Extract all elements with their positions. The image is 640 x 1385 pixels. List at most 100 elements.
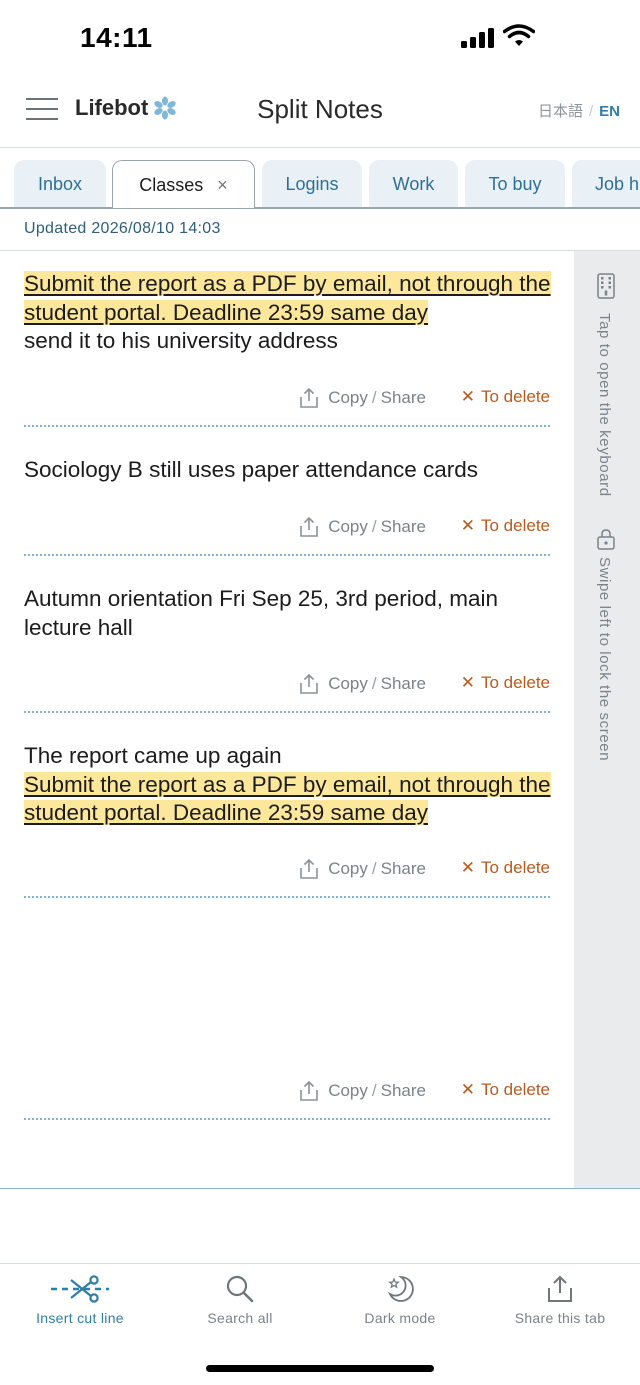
brand-name: Lifebot	[75, 95, 149, 120]
notebook-tabs: Inbox Classes × Logins Work To buy Job h	[0, 148, 640, 208]
share-label: Share	[380, 674, 426, 693]
delete-button[interactable]: ✕ To delete	[461, 1080, 550, 1100]
tab-close-icon[interactable]: ×	[217, 175, 228, 195]
hamburger-menu-icon[interactable]	[26, 96, 58, 122]
delete-button[interactable]: ✕ To delete	[461, 516, 550, 536]
copy-label: Copy	[328, 859, 368, 878]
copy-share-button[interactable]: Copy / Share	[298, 516, 426, 538]
copy-label: Copy	[328, 517, 368, 536]
note-divider	[24, 554, 550, 556]
slash: /	[371, 388, 377, 407]
copy-share-button[interactable]: Copy / Share	[298, 673, 426, 695]
tabbar-label: Search all	[207, 1310, 273, 1326]
tab-work[interactable]: Work	[369, 160, 458, 208]
cellular-signal-icon	[461, 28, 494, 48]
share-label: Share	[380, 517, 426, 536]
home-indicator	[206, 1365, 434, 1372]
note-5-empty[interactable]	[24, 927, 554, 1067]
scissors-cut-line-icon	[51, 1275, 109, 1303]
note-1-actions: Copy / Share ✕ To delete	[24, 387, 550, 413]
close-icon: ✕	[460, 673, 475, 692]
status-time: 14:11	[80, 22, 153, 53]
close-icon: ✕	[460, 858, 475, 877]
search-icon	[226, 1275, 254, 1303]
wifi-icon	[503, 24, 535, 46]
note-5-actions: Copy / Share ✕ To delete	[24, 1080, 550, 1106]
tabbar-search-all[interactable]: Search all	[160, 1268, 320, 1338]
tabbar-share-this-tab[interactable]: Share this tab	[480, 1268, 640, 1338]
tab-logins[interactable]: Logins	[262, 160, 362, 208]
delete-label: To delete	[481, 1080, 550, 1099]
delete-label: To delete	[481, 387, 550, 406]
close-icon: ✕	[460, 1080, 475, 1099]
note-3[interactable]: Autumn orientation Fri Sep 25, 3rd perio…	[24, 585, 554, 642]
lang-separator: /	[588, 103, 594, 120]
tab-inbox[interactable]: Inbox	[14, 160, 106, 208]
lock-hint: Swipe left to lock the screen	[596, 557, 613, 762]
note-4-actions: Copy / Share ✕ To delete	[24, 858, 550, 884]
copy-share-button[interactable]: Copy / Share	[298, 858, 426, 880]
tabbar-label: Share this tab	[514, 1310, 606, 1326]
app-header: Lifebot Split Notes 日本語 / EN	[0, 76, 640, 148]
divider	[0, 250, 640, 251]
copy-share-button[interactable]: Copy / Share	[298, 1080, 426, 1102]
note-divider	[24, 425, 550, 427]
delete-button[interactable]: ✕ To delete	[461, 387, 550, 407]
copy-label: Copy	[328, 388, 368, 407]
updated-timestamp: Updated 2026/08/10 14:03	[24, 220, 221, 237]
tab-label: Logins	[285, 174, 339, 194]
tabbar-dark-mode[interactable]: Dark mode	[320, 1268, 480, 1338]
note-divider	[24, 1118, 550, 1120]
tabbar-label: Dark mode	[364, 1310, 436, 1326]
slash: /	[371, 859, 377, 878]
share-label: Share	[380, 859, 426, 878]
note-text: Sociology B still uses paper attendance …	[24, 457, 479, 482]
share-icon	[300, 858, 319, 879]
note-divider	[24, 896, 550, 898]
close-icon: ✕	[460, 516, 475, 535]
highlighted-text: Submit the report as a PDF by email, not…	[24, 771, 551, 825]
lang-en-option[interactable]: EN	[599, 103, 620, 120]
tabs-baseline	[0, 207, 640, 209]
note-text: send it to his university address	[24, 328, 338, 353]
language-switch: 日本語 / EN	[538, 100, 620, 121]
note-divider	[24, 711, 550, 713]
delete-label: To delete	[481, 858, 550, 877]
delete-button[interactable]: ✕ To delete	[461, 673, 550, 693]
note-4[interactable]: The report came up again Submit the repo…	[24, 742, 554, 828]
share-icon	[300, 1080, 319, 1101]
note-1[interactable]: Submit the report as a PDF by email, not…	[24, 270, 554, 356]
slash: /	[371, 517, 377, 536]
share-icon	[548, 1275, 572, 1302]
copy-share-button[interactable]: Copy / Share	[298, 387, 426, 409]
keyboard-hint: Tap to open the keyboard	[596, 313, 613, 497]
delete-label: To delete	[481, 673, 550, 692]
flower-logo-icon	[154, 96, 176, 120]
tabbar-border	[0, 1263, 640, 1264]
side-rail[interactable]: Tap to open the keyboard Swipe left to l…	[574, 251, 640, 1188]
share-icon	[300, 387, 319, 408]
tab-classes[interactable]: Classes ×	[112, 160, 255, 208]
lock-screen-icon	[597, 529, 615, 550]
tab-job-hunting[interactable]: Job h	[572, 160, 640, 208]
slash: /	[371, 1081, 377, 1100]
tab-label: Inbox	[37, 174, 83, 194]
note-2[interactable]: Sociology B still uses paper attendance …	[24, 456, 554, 485]
lang-ja-option[interactable]: 日本語	[538, 103, 583, 120]
note-3-actions: Copy / Share ✕ To delete	[24, 673, 550, 699]
tab-label: Job h	[595, 174, 640, 194]
page-title: Split Notes	[257, 94, 383, 124]
delete-button[interactable]: ✕ To delete	[461, 858, 550, 878]
share-icon	[300, 673, 319, 694]
status-bar: 14:11	[0, 0, 640, 76]
highlighted-text: Submit the report as a PDF by email, not…	[24, 271, 551, 325]
share-label: Share	[380, 388, 426, 407]
tab-to-buy[interactable]: To buy	[465, 160, 565, 208]
keyboard-icon	[597, 273, 615, 299]
tabbar-label: Insert cut line	[36, 1310, 124, 1326]
note-text: The report came up again	[24, 743, 282, 768]
close-icon: ✕	[460, 387, 475, 406]
moon-star-icon	[387, 1276, 414, 1302]
tabbar-insert-cut-line[interactable]: Insert cut line	[0, 1268, 160, 1338]
copy-label: Copy	[328, 1081, 368, 1100]
